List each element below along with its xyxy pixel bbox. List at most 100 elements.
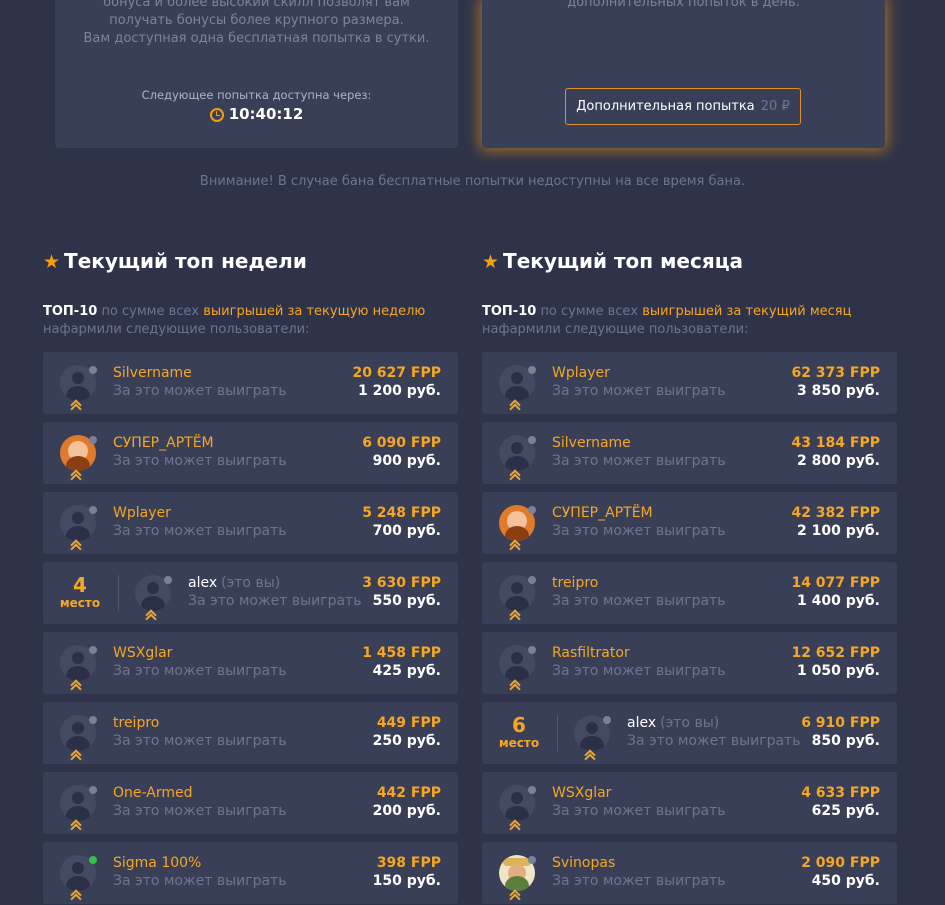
username[interactable]: Rasfiltrator (552, 645, 630, 661)
prize-note: За это может выиграть (188, 593, 362, 609)
countdown-timer: 10:40:12 (55, 105, 458, 123)
extra-attempt-label: Дополнительная попытка (576, 99, 755, 114)
prize-amount: 550 руб. (372, 593, 441, 609)
username[interactable]: alex (это вы) (627, 715, 719, 731)
fpp-amount: 62 373 FPP (791, 365, 880, 381)
prize-note: За это может выиграть (113, 803, 287, 819)
online-status-dot (603, 716, 611, 724)
prize-note: За это может выиграть (113, 523, 287, 539)
username-text: Rasfiltrator (552, 645, 630, 661)
extra-attempt-price: 20 ₽ (760, 99, 790, 114)
subtitle-text: по сумме всех (540, 304, 639, 319)
monthly-title-text: Текущий топ месяца (503, 249, 744, 273)
online-status-dot (528, 856, 536, 864)
prize-amount: 150 руб. (372, 873, 441, 889)
rank-chevron-icon (69, 750, 87, 760)
place-number: 4 (73, 573, 87, 597)
username-text: Wplayer (113, 505, 171, 521)
you-marker: (это вы) (660, 715, 720, 731)
fpp-amount: 20 627 FPP (352, 365, 441, 381)
leaderboard-row[interactable]: Wplayer За это может выиграть 5 248 FPP 700… (43, 492, 458, 554)
online-status-dot (89, 786, 97, 794)
leaderboard-row-current-user[interactable]: 4 место alex (это вы) За это может выиграть 3… (43, 562, 458, 624)
fpp-amount: 43 184 FPP (791, 435, 880, 451)
username-text: Silvername (113, 365, 192, 381)
prize-note: За это может выиграть (113, 663, 287, 679)
fpp-amount: 442 FPP (376, 785, 441, 801)
fpp-amount: 1 458 FPP (362, 645, 441, 661)
username-text: СУПЕР_АРТЁМ (552, 505, 653, 521)
username[interactable]: Svinopas (552, 855, 615, 871)
username-text: WSXglar (113, 645, 173, 661)
bonus-desc-line: получать бонусы более крупного размера. (109, 13, 404, 28)
prize-note: За это может выиграть (552, 803, 726, 819)
leaderboard-row[interactable]: One-Armed За это может выиграть 442 FPP 200… (43, 772, 458, 834)
prize-note: За это может выиграть (113, 873, 287, 889)
extra-attempt-button[interactable]: Дополнительная попытка 20 ₽ (565, 88, 801, 125)
username[interactable]: One-Armed (113, 785, 192, 801)
weekly-title: ★ Текущий топ недели (43, 248, 458, 274)
username[interactable]: СУПЕР_АРТЁМ (552, 505, 653, 521)
username[interactable]: СУПЕР_АРТЁМ (113, 435, 214, 451)
top10-label: ТОП-10 (43, 304, 98, 319)
fpp-amount: 5 248 FPP (362, 505, 441, 521)
prize-amount: 200 руб. (372, 803, 441, 819)
prize-note: За это может выиграть (552, 383, 726, 399)
leaderboard-row[interactable]: СУПЕР_АРТЁМ За это может выиграть 42 382 F… (482, 492, 897, 554)
leaderboard-row[interactable]: WSXglar За это может выиграть 4 633 FPP 625… (482, 772, 897, 834)
leaderboard-row[interactable]: Silvername За это может выиграть 43 184 FP… (482, 422, 897, 484)
weekly-top-section: ★ Текущий топ недели ТОП-10 по сумме всех… (43, 248, 458, 904)
leaderboard-row[interactable]: treipro За это может выиграть 14 077 FPP 1 … (482, 562, 897, 624)
alarm-clock-icon (209, 108, 224, 122)
star-icon: ★ (43, 251, 61, 273)
online-status-dot (89, 856, 97, 864)
username[interactable]: Sigma 100% (113, 855, 201, 871)
username[interactable]: Wplayer (552, 365, 610, 381)
leaderboard-row[interactable]: treipro За это может выиграть 449 FPP 250 р… (43, 702, 458, 764)
username[interactable]: treipro (552, 575, 598, 591)
username[interactable]: WSXglar (552, 785, 611, 801)
leaderboard-row[interactable]: Wplayer За это может выиграть 62 373 FPP 3 … (482, 352, 897, 414)
username[interactable]: Silvername (113, 365, 192, 381)
username[interactable]: Silvername (552, 435, 631, 451)
username-text: Sigma 100% (113, 855, 202, 871)
username[interactable]: WSXglar (113, 645, 172, 661)
username-text: СУПЕР_АРТЁМ (113, 435, 214, 451)
username[interactable]: treipro (113, 715, 159, 731)
leaderboard-row[interactable]: WSXglar За это может выиграть 1 458 FPP 425… (43, 632, 458, 694)
leaderboard-row[interactable]: Rasfiltrator За это может выиграть 12 652 … (482, 632, 897, 694)
online-status-dot (164, 576, 172, 584)
ban-warning: Внимание! В случае бана бесплатные попыт… (199, 174, 746, 189)
fpp-amount: 12 652 FPP (791, 645, 880, 661)
username[interactable]: Wplayer (113, 505, 171, 521)
leaderboard-row[interactable]: СУПЕР_АРТЁМ За это может выиграть 6 090 FP… (43, 422, 458, 484)
prize-note: За это может выиграть (113, 453, 287, 469)
leaderboard-row-current-user[interactable]: 6 место alex (это вы) За это может выиграть 6… (482, 702, 897, 764)
username-text: One-Armed (113, 785, 193, 801)
bonus-desc-line: бонуса и более высокий скилл позволят ва… (103, 0, 410, 10)
divider (557, 715, 558, 751)
place-label: место (59, 596, 101, 610)
prize-note: За это может выиграть (552, 663, 726, 679)
leaderboard-row[interactable]: Silvername За это может выиграть 20 627 FP… (43, 352, 458, 414)
online-status-dot (528, 576, 536, 584)
online-status-dot (89, 716, 97, 724)
rank-chevron-icon (508, 680, 526, 690)
rank-chevron-icon (508, 890, 526, 900)
prize-amount: 625 руб. (811, 803, 880, 819)
subtitle-highlight: выигрышей за текущий месяц (642, 304, 852, 319)
leaderboard-row[interactable]: Sigma 100% За это может выиграть 398 FPP 15… (43, 842, 458, 904)
leaderboard-row[interactable]: Svinopas За это может выиграть 2 090 FPP 45… (482, 842, 897, 904)
prize-amount: 900 руб. (372, 453, 441, 469)
prize-note: За это может выиграть (113, 733, 287, 749)
username-text: alex (627, 715, 657, 731)
prize-amount: 1 200 руб. (358, 383, 441, 399)
username[interactable]: alex (это вы) (188, 575, 280, 591)
subtitle-text: по сумме всех (101, 304, 200, 319)
rank-chevron-icon (69, 680, 87, 690)
timer-value: 10:40:12 (228, 105, 304, 123)
prize-note: За это может выиграть (113, 383, 287, 399)
prize-amount: 450 руб. (811, 873, 880, 889)
prize-note: За это может выиграть (552, 873, 726, 889)
online-status-dot (89, 646, 97, 654)
